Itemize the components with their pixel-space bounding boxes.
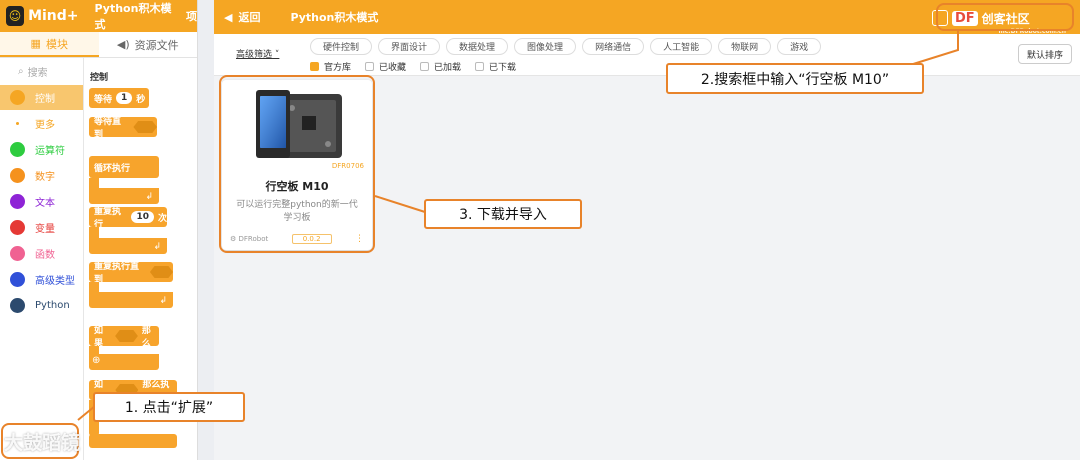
screenshot: ☺ Mind+ Python积木模式 项 ▦ 模块 ◀) 资源文件 ⌕ 搜索 控… xyxy=(0,0,1080,460)
callout-step3: 3. 下载并导入 xyxy=(424,199,582,229)
watermark: 大鼓蹈镜 xyxy=(4,432,81,454)
callout-step2: 2.搜索框中输入“行空板 M10” xyxy=(666,63,924,94)
callout-step1: 1. 点击“扩展” xyxy=(93,392,245,422)
